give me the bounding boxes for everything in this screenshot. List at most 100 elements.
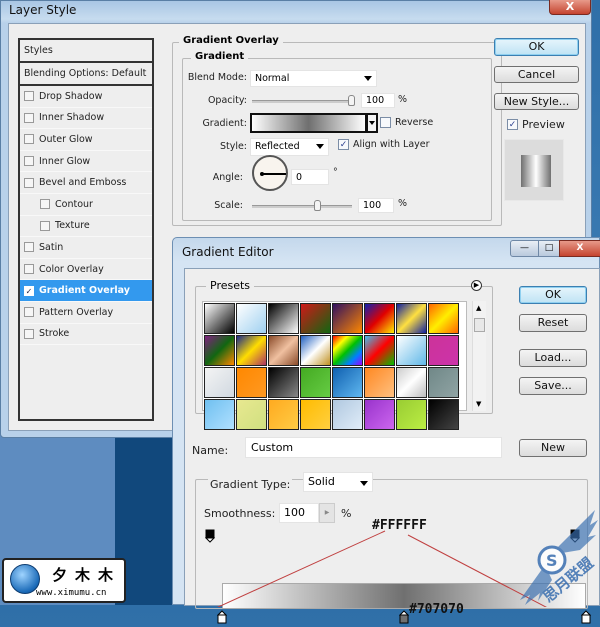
style-checkbox[interactable]: ✓ <box>24 285 34 296</box>
preset-swatch[interactable] <box>396 367 427 398</box>
close-button[interactable]: X <box>549 0 591 15</box>
align-with-layer-checkbox[interactable]: ✓ <box>338 139 349 150</box>
angle-input[interactable]: 0 <box>291 169 329 185</box>
preset-swatch[interactable] <box>236 335 267 366</box>
preset-swatch[interactable] <box>428 367 459 398</box>
style-checkbox[interactable] <box>40 220 50 231</box>
preset-swatch[interactable] <box>332 303 363 334</box>
scale-slider[interactable] <box>252 205 352 208</box>
minimize-button[interactable]: — <box>510 240 539 257</box>
preset-swatch[interactable] <box>396 303 427 334</box>
opacity-stop-left[interactable] <box>204 529 216 543</box>
style-checkbox[interactable] <box>40 199 50 210</box>
preset-swatch[interactable] <box>300 335 331 366</box>
preset-swatch[interactable] <box>364 399 395 430</box>
preset-swatch[interactable] <box>396 335 427 366</box>
ok-button[interactable]: OK <box>519 286 587 304</box>
preset-swatch[interactable] <box>300 399 331 430</box>
blending-options[interactable]: Blending Options: Default <box>20 63 152 86</box>
reverse-checkbox[interactable] <box>380 117 391 128</box>
style-item-inner-shadow[interactable]: Inner Shadow <box>20 108 152 130</box>
gradient-dropdown-button[interactable] <box>366 113 378 133</box>
style-item-inner-glow[interactable]: Inner Glow <box>20 151 152 173</box>
style-item-outer-glow[interactable]: Outer Glow <box>20 129 152 151</box>
cancel-button[interactable]: Cancel <box>494 66 579 83</box>
preset-swatch[interactable] <box>268 399 299 430</box>
preset-swatch[interactable] <box>236 303 267 334</box>
preset-swatch[interactable] <box>364 335 395 366</box>
scroll-up-icon[interactable]: ▲ <box>476 304 481 312</box>
style-checkbox[interactable] <box>24 156 34 167</box>
preset-swatch[interactable] <box>204 399 235 430</box>
preset-swatch[interactable] <box>204 367 235 398</box>
scroll-thumb[interactable] <box>474 318 485 332</box>
style-checkbox[interactable] <box>24 177 34 188</box>
style-checkbox[interactable] <box>24 328 34 339</box>
style-item-color-overlay[interactable]: Color Overlay <box>20 259 152 281</box>
preset-swatch[interactable] <box>428 335 459 366</box>
style-checkbox[interactable] <box>24 264 34 275</box>
preset-swatch[interactable] <box>300 303 331 334</box>
style-item-satin[interactable]: Satin <box>20 237 152 259</box>
new-style-button[interactable]: New Style... <box>494 93 579 110</box>
style-item-pattern-overlay[interactable]: Pattern Overlay <box>20 302 152 324</box>
styles-header[interactable]: Styles <box>20 40 152 63</box>
angle-dial[interactable] <box>252 155 288 191</box>
style-checkbox[interactable] <box>24 91 34 102</box>
preset-swatch[interactable] <box>396 399 427 430</box>
style-item-stroke[interactable]: Stroke <box>20 324 152 346</box>
preset-swatch[interactable] <box>332 367 363 398</box>
style-checkbox[interactable] <box>24 242 34 253</box>
preset-swatch[interactable] <box>236 367 267 398</box>
preset-swatch[interactable] <box>332 399 363 430</box>
preset-swatch[interactable] <box>204 335 235 366</box>
color-stop[interactable] <box>580 610 592 624</box>
presets-menu-icon[interactable]: ▶ <box>471 280 482 291</box>
style-item-gradient-overlay[interactable]: ✓ Gradient Overlay <box>20 280 152 302</box>
preset-swatch[interactable] <box>268 303 299 334</box>
smoothness-arrow-icon[interactable]: ▶ <box>319 503 335 523</box>
preset-swatch[interactable] <box>236 399 267 430</box>
scroll-down-icon[interactable]: ▼ <box>476 400 481 408</box>
style-item-bevel-and-emboss[interactable]: Bevel and Emboss <box>20 172 152 194</box>
preset-swatch[interactable] <box>300 367 331 398</box>
scale-slider-thumb[interactable] <box>314 200 321 211</box>
style-item-texture[interactable]: Texture <box>20 216 152 238</box>
maximize-button[interactable]: □ <box>538 240 560 257</box>
preset-swatch[interactable] <box>364 367 395 398</box>
preset-swatch[interactable] <box>204 303 235 334</box>
load-button[interactable]: Load... <box>519 349 587 367</box>
style-item-contour[interactable]: Contour <box>20 194 152 216</box>
color-stop[interactable] <box>216 610 228 624</box>
preset-swatch[interactable] <box>332 335 363 366</box>
color-stop[interactable] <box>398 610 410 624</box>
style-checkbox[interactable] <box>24 112 34 123</box>
opacity-input[interactable]: 100 <box>361 93 395 108</box>
ok-button[interactable]: OK <box>494 38 579 56</box>
blend-mode-select[interactable]: Normal <box>250 70 377 87</box>
smoothness-input[interactable]: 100 <box>279 503 319 523</box>
preset-swatch[interactable] <box>268 335 299 366</box>
new-button[interactable]: New <box>519 439 587 457</box>
style-select[interactable]: Reflected <box>250 138 329 156</box>
scale-input[interactable]: 100 <box>358 198 394 213</box>
close-button[interactable]: X <box>559 240 600 257</box>
name-input[interactable]: Custom <box>245 437 502 458</box>
blend-mode-value: Normal <box>255 73 290 84</box>
preview-checkbox[interactable]: ✓ <box>507 119 518 130</box>
preset-swatch[interactable] <box>428 399 459 430</box>
preset-swatch[interactable] <box>268 367 299 398</box>
opacity-slider[interactable] <box>252 100 355 103</box>
smoothness-unit: % <box>341 507 352 520</box>
style-item-drop-shadow[interactable]: Drop Shadow <box>20 86 152 108</box>
gradient-type-select[interactable]: Solid <box>303 472 373 492</box>
gradient-picker[interactable] <box>250 113 367 133</box>
style-checkbox[interactable] <box>24 307 34 318</box>
presets-scrollbar[interactable]: ▲ ▼ <box>472 301 486 411</box>
reset-button[interactable]: Reset <box>519 314 587 332</box>
style-checkbox[interactable] <box>24 134 34 145</box>
opacity-slider-thumb[interactable] <box>348 95 355 106</box>
preset-swatch[interactable] <box>428 303 459 334</box>
save-button[interactable]: Save... <box>519 377 587 395</box>
preset-swatch[interactable] <box>364 303 395 334</box>
